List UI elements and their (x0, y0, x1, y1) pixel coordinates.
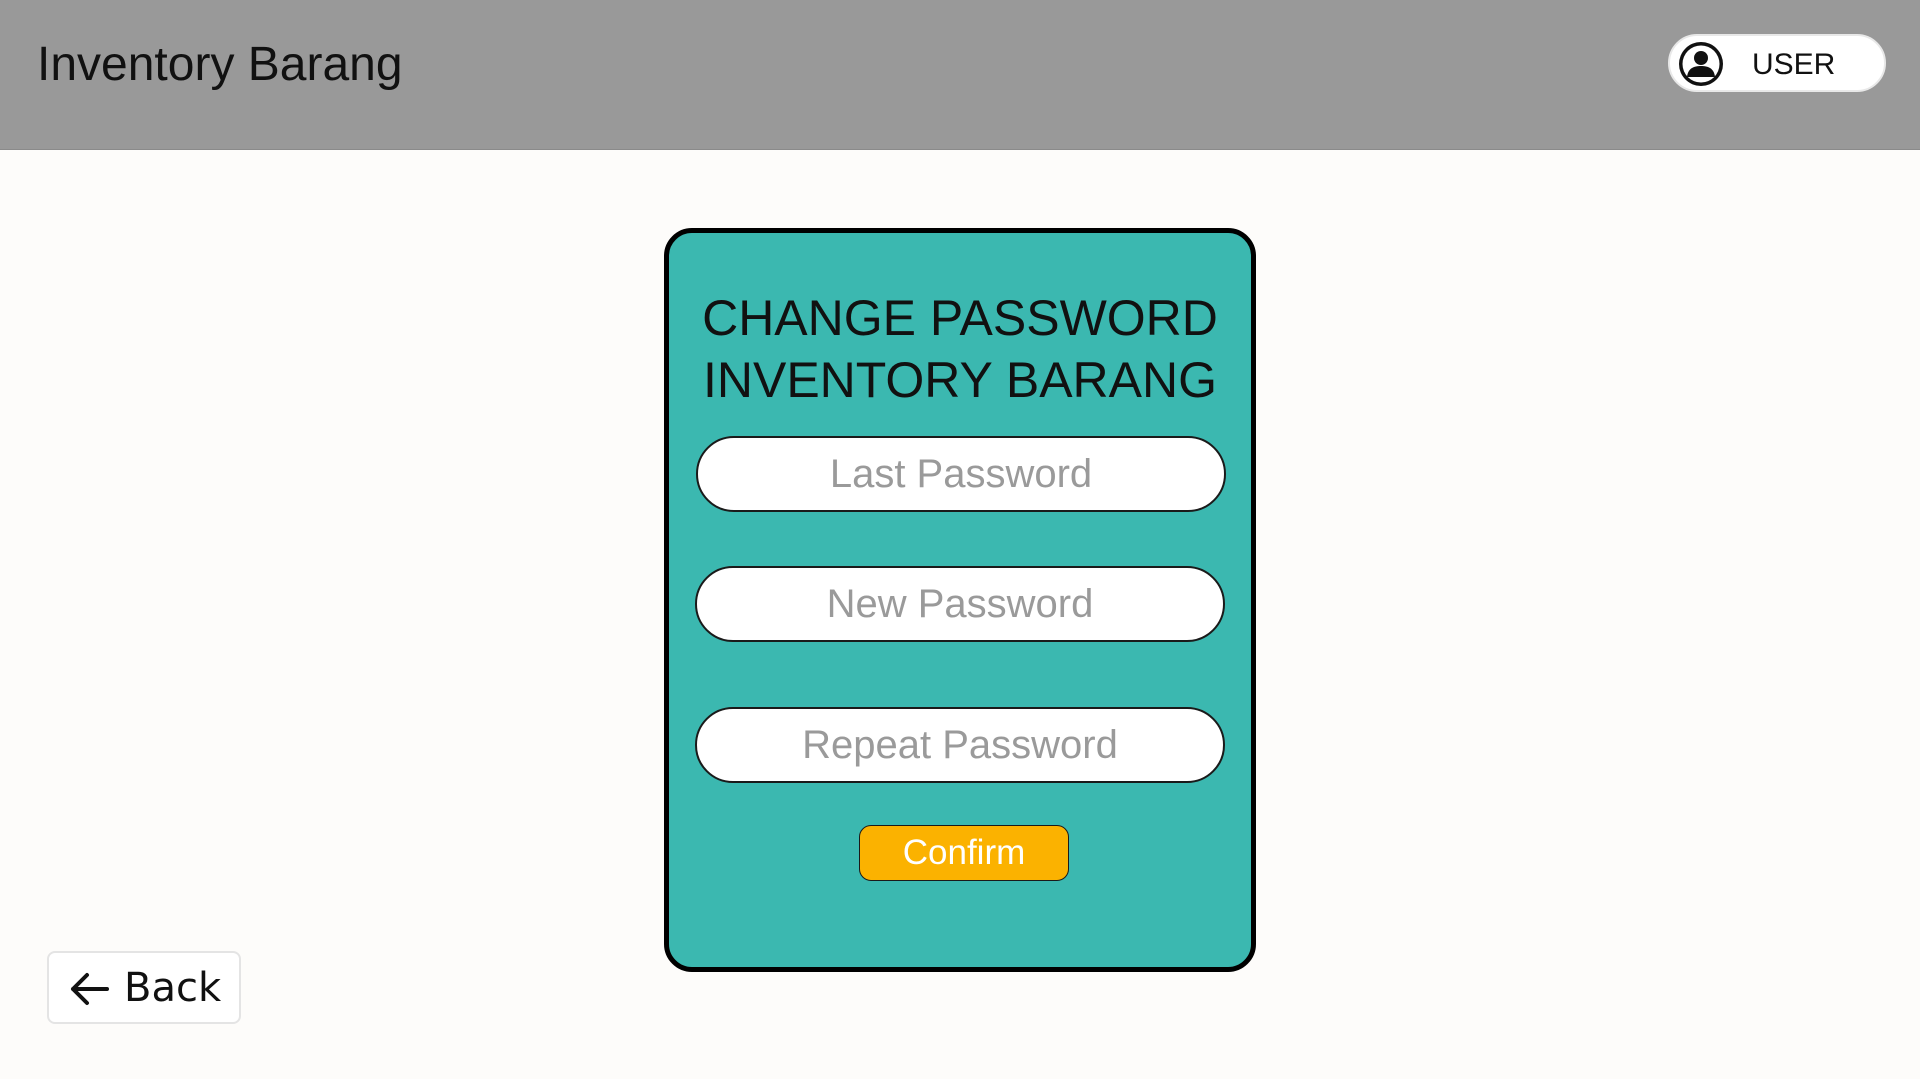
last-password-field[interactable] (696, 436, 1226, 512)
back-button[interactable]: Back (47, 951, 241, 1024)
card-title: CHANGE PASSWORD INVENTORY BARANG (669, 287, 1251, 411)
repeat-password-field[interactable] (695, 707, 1225, 783)
user-menu-button[interactable]: USER (1668, 34, 1886, 92)
confirm-button[interactable]: Confirm (859, 825, 1069, 881)
change-password-card: CHANGE PASSWORD INVENTORY BARANG Confirm (664, 228, 1256, 972)
new-password-field[interactable] (695, 566, 1225, 642)
app-header: Inventory Barang USER (0, 0, 1920, 150)
back-label: Back (124, 965, 222, 1011)
card-title-line2: INVENTORY BARANG (702, 352, 1218, 408)
app-title: Inventory Barang (37, 38, 403, 91)
card-title-line1: CHANGE PASSWORD (702, 290, 1218, 346)
user-label: USER (1752, 48, 1836, 81)
arrow-left-icon (71, 973, 109, 1005)
user-avatar-icon (1679, 42, 1723, 86)
